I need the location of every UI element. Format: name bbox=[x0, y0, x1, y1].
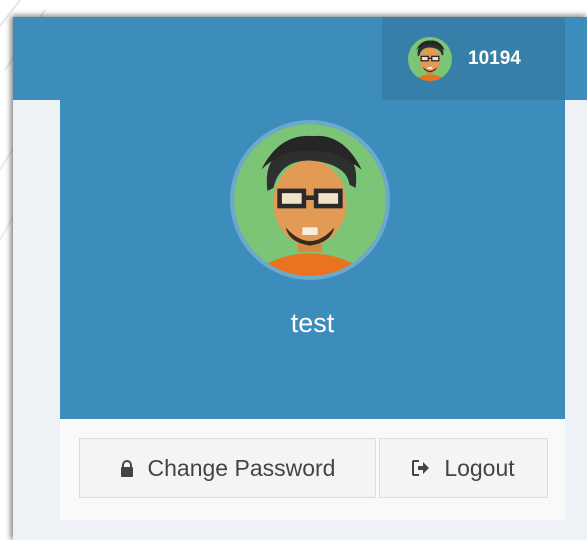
user-menu-toggle[interactable]: 10194 bbox=[382, 17, 565, 100]
top-navbar: 10194 bbox=[13, 17, 587, 100]
screenshot-stage: 10194 test Change Password Logout bbox=[0, 0, 587, 540]
user-footer: Change Password Logout bbox=[60, 419, 565, 520]
app-window: 10194 test Change Password Logout bbox=[13, 17, 587, 540]
user-avatar-icon bbox=[408, 36, 452, 81]
user-display-name: test bbox=[290, 308, 335, 338]
user-avatar-icon bbox=[230, 120, 390, 280]
username-label: 10194 bbox=[468, 47, 521, 69]
logout-label: Logout bbox=[444, 454, 515, 481]
sign-out-icon bbox=[412, 460, 430, 476]
user-dropdown-menu: test Change Password Logout bbox=[60, 100, 565, 520]
change-password-button[interactable]: Change Password bbox=[79, 438, 376, 498]
lock-icon bbox=[120, 459, 134, 477]
change-password-label: Change Password bbox=[147, 454, 336, 481]
logout-button[interactable]: Logout bbox=[379, 438, 548, 498]
user-header: test bbox=[60, 100, 565, 419]
